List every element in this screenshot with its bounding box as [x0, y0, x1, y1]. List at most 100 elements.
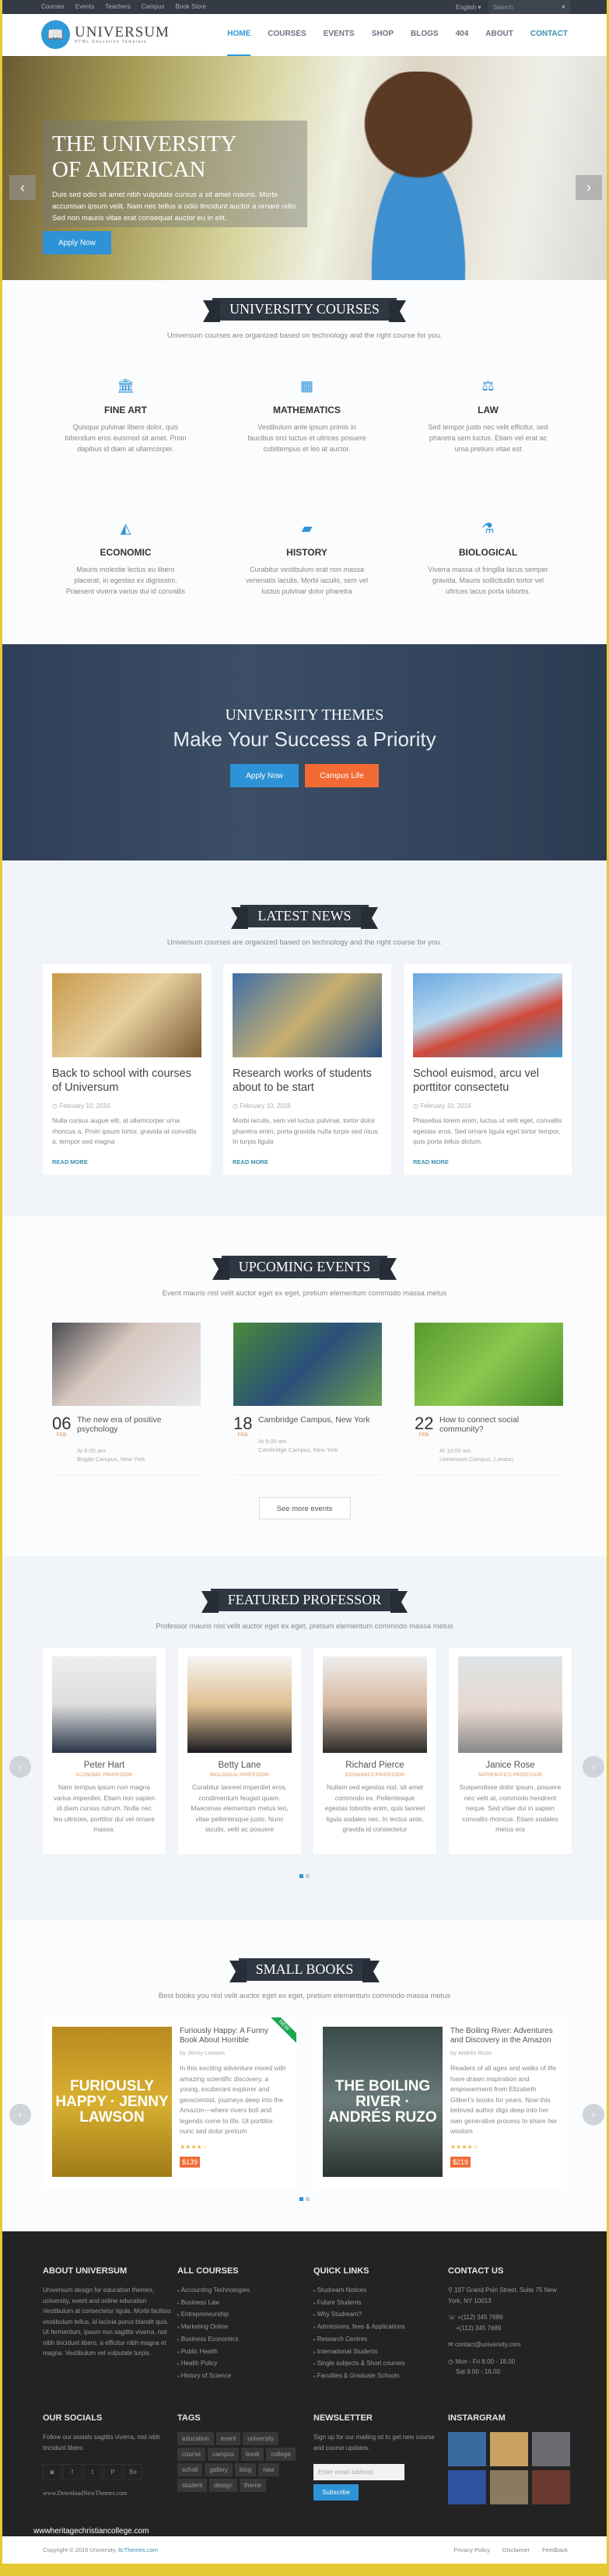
twitter-icon[interactable]: t	[83, 2464, 102, 2480]
instagram-icon[interactable]: ◙	[43, 2464, 61, 2480]
campus-life-button[interactable]: Campus Life	[305, 764, 379, 787]
footer-course-link[interactable]: Business Law	[177, 2297, 306, 2310]
instagram-photo[interactable]	[532, 2432, 570, 2466]
slider-next-button[interactable]: ›	[576, 175, 602, 200]
pinterest-icon[interactable]: P	[103, 2464, 122, 2480]
book-title[interactable]: Furiously Happy: A Funny Book About Horr…	[180, 2027, 287, 2045]
tag[interactable]: theme	[239, 2479, 267, 2492]
top-link[interactable]: Events	[75, 3, 94, 10]
news-title[interactable]: School euismod, arcu vel porttitor conse…	[413, 1067, 562, 1095]
professor-photo[interactable]	[458, 1656, 562, 1753]
course-item[interactable]: ◭ ECONOMIC Mauris molestie lectus eu liber…	[35, 520, 216, 597]
read-more-link[interactable]: READ MORE	[52, 1158, 88, 1165]
tag[interactable]: book	[241, 2448, 264, 2461]
footer-quick-link[interactable]: International Students	[313, 2346, 442, 2359]
event-title[interactable]: The new era of positive psychology	[77, 1415, 201, 1434]
professor-photo[interactable]	[187, 1656, 292, 1753]
footer-quick-link[interactable]: Why Studream?	[313, 2309, 442, 2322]
instagram-photo[interactable]	[532, 2470, 570, 2504]
contact-email[interactable]: contact@university.com	[455, 2341, 520, 2348]
carousel-dot[interactable]	[306, 2197, 310, 2201]
bottom-link[interactable]: Privacy Policy	[453, 2546, 490, 2553]
email-input[interactable]: Enter email address	[313, 2464, 404, 2480]
tag[interactable]: student	[177, 2479, 208, 2492]
footer-course-link[interactable]: Business Economics	[177, 2334, 306, 2346]
footer-quick-link[interactable]: Faculties & Graduate Schools	[313, 2371, 442, 2383]
footer-quick-link[interactable]: Admissions, fees & Applications	[313, 2322, 442, 2334]
footer-course-link[interactable]: Public Health	[177, 2346, 306, 2359]
behance-icon[interactable]: Be	[124, 2464, 142, 2480]
professor-name[interactable]: Peter Hart	[52, 1761, 156, 1770]
footer-quick-link[interactable]: Studream Notices	[313, 2285, 442, 2297]
subscribe-button[interactable]: Subscribe	[313, 2484, 359, 2501]
nav-events[interactable]: EVENTS	[324, 30, 355, 38]
nav-courses[interactable]: COURSES	[268, 30, 306, 38]
course-item[interactable]: ⚗ BIOLOGICAL Viverra massa ut fringilla la…	[397, 520, 579, 597]
book-cover[interactable]: FURIOUSLY HAPPY · JENNY LAWSON	[52, 2027, 172, 2177]
carousel-dot[interactable]	[299, 2197, 303, 2201]
footer-quick-link[interactable]: Future Students	[313, 2297, 442, 2310]
footer-course-link[interactable]: Accounting Technologies	[177, 2285, 306, 2297]
footer-quick-link[interactable]: Research Centres	[313, 2334, 442, 2346]
nav-404[interactable]: 404	[456, 30, 469, 38]
top-link[interactable]: Campus	[142, 3, 165, 10]
see-more-events-button[interactable]: See more events	[258, 1497, 351, 1519]
search-icon[interactable]: ⌕	[562, 2, 565, 11]
nav-shop[interactable]: SHOP	[372, 30, 394, 38]
carousel-dot[interactable]	[299, 1874, 303, 1878]
event-title[interactable]: Cambridge Campus, New York	[258, 1415, 370, 1425]
logo[interactable]: 📖 UNIVERSUM HTML Education Template	[41, 20, 170, 49]
tag[interactable]: university	[243, 2432, 279, 2445]
news-image[interactable]	[233, 973, 382, 1057]
course-item[interactable]: ▦ MATHEMATICS Vestibulum ante ipsum primis…	[216, 378, 397, 454]
tag[interactable]: design	[209, 2479, 237, 2492]
hero-apply-button[interactable]: Apply Now	[43, 231, 111, 254]
tag[interactable]: campus	[208, 2448, 240, 2461]
professor-name[interactable]: Richard Pierce	[323, 1761, 427, 1770]
footer-course-link[interactable]: History of Science	[177, 2371, 306, 2383]
read-more-link[interactable]: READ MORE	[413, 1158, 449, 1165]
carousel-dot[interactable]	[306, 1874, 310, 1878]
top-link[interactable]: Teachers	[105, 3, 130, 10]
slider-prev-button[interactable]: ‹	[9, 175, 36, 200]
tag[interactable]: gallery	[205, 2463, 233, 2476]
apply-now-button[interactable]: Apply Now	[230, 764, 299, 787]
footer-quick-link[interactable]: Single subjects & Short courses	[313, 2358, 442, 2371]
news-title[interactable]: Research works of students about to be s…	[233, 1067, 382, 1095]
tag[interactable]: course	[177, 2448, 206, 2461]
bottom-link[interactable]: Disclaimer	[502, 2546, 530, 2553]
language-select[interactable]: English ▾	[456, 4, 481, 11]
news-title[interactable]: Back to school with courses of Universum	[52, 1067, 201, 1095]
nav-about[interactable]: ABOUT	[485, 30, 513, 38]
course-item[interactable]: ▰ HISTORY Curabitur vestibulum erat non ma…	[216, 520, 397, 597]
tag[interactable]: education	[177, 2432, 214, 2445]
brand-link[interactable]: ltcThemes.com	[118, 2546, 158, 2553]
event-title[interactable]: How to connect social community?	[439, 1415, 563, 1434]
nav-home[interactable]: HOME	[227, 30, 251, 56]
footer-course-link[interactable]: Health Policy	[177, 2358, 306, 2371]
tag[interactable]: blog	[235, 2463, 257, 2476]
tag[interactable]: scholl	[177, 2463, 203, 2476]
professor-name[interactable]: Betty Lane	[187, 1761, 292, 1770]
footer-course-link[interactable]: Entrepreneurship	[177, 2309, 306, 2322]
course-item[interactable]: 🏛 FINE ART Quisque pulvinar libero dolor, …	[35, 378, 216, 454]
footer-course-link[interactable]: Marketing Online	[177, 2322, 306, 2334]
book-title[interactable]: The Boiling River: Adventures and Discov…	[450, 2027, 558, 2045]
carousel-prev-button[interactable]: ‹	[9, 1756, 31, 1778]
news-image[interactable]	[413, 973, 562, 1057]
carousel-next-button[interactable]: ›	[583, 1756, 604, 1778]
course-item[interactable]: ⚖ LAW Sed tempor justo nec velit efficitur…	[397, 378, 579, 454]
news-image[interactable]	[52, 973, 201, 1057]
professor-name[interactable]: Janice Rose	[458, 1761, 562, 1770]
instagram-photo[interactable]	[490, 2470, 528, 2504]
tag[interactable]: event	[215, 2432, 241, 2445]
event-image[interactable]	[52, 1323, 201, 1406]
carousel-prev-button[interactable]: ‹	[9, 2104, 31, 2126]
bottom-link[interactable]: Feedback	[542, 2546, 568, 2553]
search-input[interactable]: Search ⌕	[488, 0, 570, 14]
read-more-link[interactable]: READ MORE	[233, 1158, 268, 1165]
instagram-photo[interactable]	[490, 2432, 528, 2466]
top-link[interactable]: Courses	[41, 3, 65, 10]
nav-contact[interactable]: CONTACT	[530, 30, 568, 38]
event-image[interactable]	[233, 1323, 382, 1406]
